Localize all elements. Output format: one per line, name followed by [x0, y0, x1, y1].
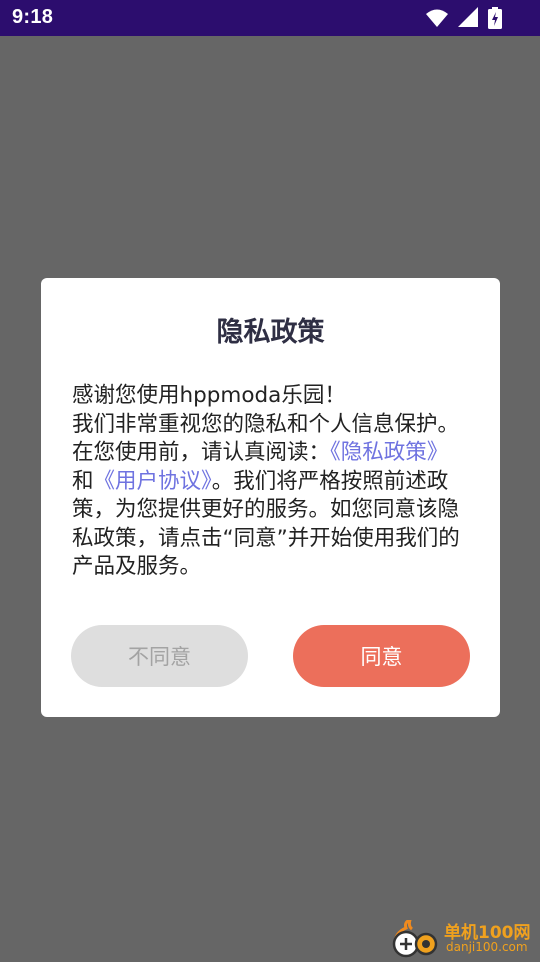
privacy-dialog: 隐私政策 感谢您使用hppmoda乐园！ 我们非常重视您的隐私和个人信息保护。在…: [41, 278, 500, 717]
greeting-text: 感谢您使用hppmoda乐园！: [72, 383, 346, 408]
watermark: 单机100网 danji100.com: [390, 917, 540, 960]
privacy-policy-link[interactable]: 《隐私政策》: [330, 440, 448, 465]
disagree-button[interactable]: 不同意: [71, 625, 248, 687]
battery-charging-icon: [488, 7, 502, 29]
agree-button[interactable]: 同意: [293, 625, 470, 687]
status-icons: [426, 7, 502, 29]
user-agreement-link[interactable]: 《用户协议》: [94, 469, 212, 494]
dialog-body: 感谢您使用hppmoda乐园！ 我们非常重视您的隐私和个人信息保护。在您使用前，…: [72, 382, 468, 582]
connector-text: 和: [72, 468, 94, 494]
signal-icon: [458, 7, 478, 29]
status-bar: 9:18: [0, 0, 540, 36]
wifi-icon: [426, 7, 448, 29]
watermark-logo-icon: [390, 917, 440, 958]
watermark-url: danji100.com: [446, 940, 528, 954]
dialog-title: 隐私政策: [216, 317, 325, 348]
policy-paragraph: 我们非常重视您的隐私和个人信息保护。在您使用前，请认真阅读：《隐私政策》和《用户…: [72, 411, 468, 582]
status-time: 9:18: [12, 6, 54, 28]
